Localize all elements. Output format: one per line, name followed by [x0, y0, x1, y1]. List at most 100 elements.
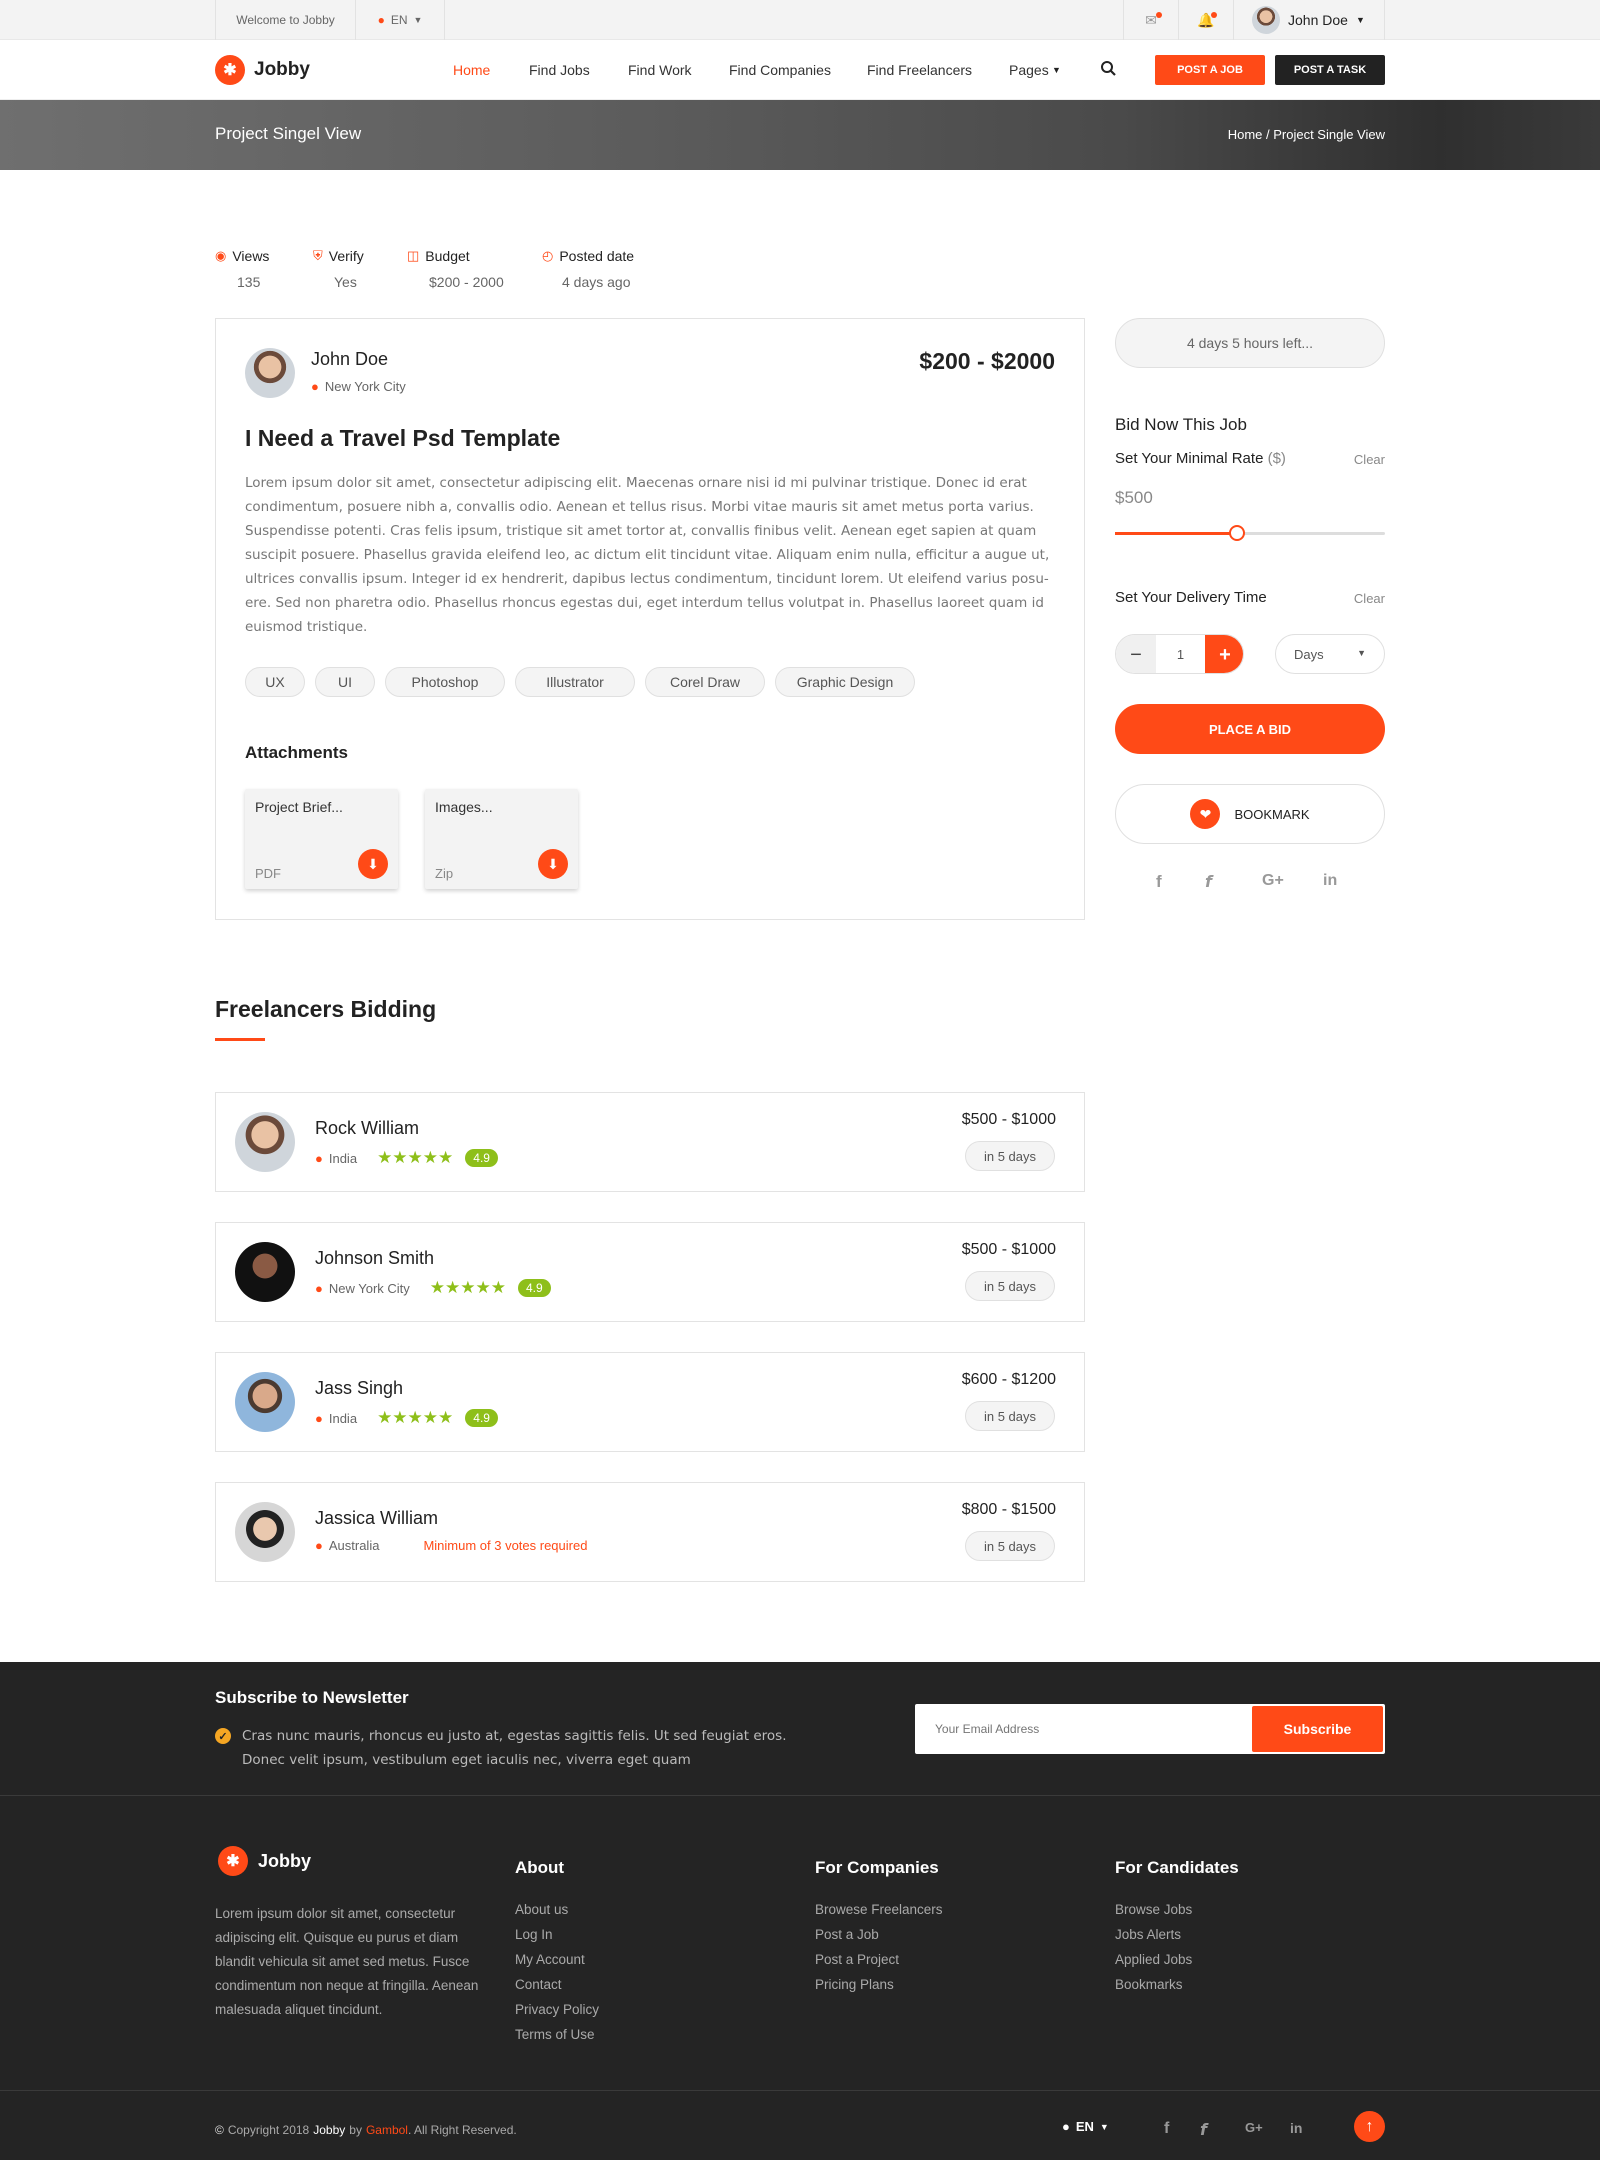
stat-label: Views: [232, 248, 270, 264]
tag[interactable]: Corel Draw: [645, 667, 765, 697]
stat-label: Budget: [425, 248, 470, 264]
rate-label-text: Set Your Minimal Rate: [1115, 450, 1264, 467]
delivery-unit-select[interactable]: Days ▼: [1275, 634, 1385, 674]
nav-pages[interactable]: Pages: [1009, 40, 1049, 100]
increment-button[interactable]: +: [1205, 635, 1243, 673]
footer-link[interactable]: Post a Project: [815, 1952, 943, 1967]
facebook-icon[interactable]: f: [1164, 2120, 1169, 2138]
footer-link[interactable]: Applied Jobs: [1115, 1952, 1239, 1967]
footer-col-candidates: For Candidates Browse Jobs Jobs Alerts A…: [1115, 1858, 1239, 2002]
scroll-top-button[interactable]: ↑: [1354, 2111, 1385, 2142]
language-label: EN: [390, 13, 408, 27]
footer-link[interactable]: Contact: [515, 1977, 599, 1992]
nav-find-jobs[interactable]: Find Jobs: [529, 40, 590, 100]
stat-value: 135: [237, 274, 261, 290]
rating-score: 4.9: [465, 1149, 498, 1167]
copyright-author-link[interactable]: Gambol: [366, 2123, 408, 2137]
caret-down-icon: ▼: [413, 15, 423, 25]
user-avatar: [1252, 6, 1280, 34]
nav-find-freelancers[interactable]: Find Freelancers: [867, 40, 972, 100]
bidder-card[interactable]: Jassica William ● Australia Minimum of 3 …: [215, 1482, 1085, 1582]
newsletter-form: Subscribe: [915, 1704, 1385, 1754]
twitter-icon[interactable]: 𝙛: [1205, 872, 1212, 892]
logo-icon: ✱: [215, 55, 245, 85]
download-icon[interactable]: ⬇: [358, 849, 388, 879]
owner-name: John Doe: [311, 349, 389, 369]
download-icon[interactable]: ⬇: [538, 849, 568, 879]
project-title: I Need a Travel Psd Template: [245, 425, 561, 451]
google-plus-icon[interactable]: G+: [1262, 872, 1284, 890]
rate-slider-track[interactable]: [1115, 525, 1385, 541]
clear-rate-button[interactable]: Clear: [1330, 452, 1385, 467]
title-underline: [215, 1038, 265, 1041]
facebook-icon[interactable]: f: [1156, 872, 1162, 892]
footer-link[interactable]: Bookmarks: [1115, 1977, 1239, 1992]
attachments-title: Attachments: [245, 743, 348, 762]
nav-find-companies[interactable]: Find Companies: [729, 40, 831, 100]
notification-dot: [1156, 12, 1162, 18]
linkedin-icon[interactable]: in: [1290, 2120, 1302, 2136]
tag[interactable]: Graphic Design: [775, 667, 915, 697]
project-card: John Doe ● New York City $200 - $2000 I …: [215, 318, 1085, 920]
footer-about-text: Lorem ipsum dolor sit amet, consectetur …: [215, 1906, 479, 2017]
footer-link[interactable]: Post a Job: [815, 1927, 943, 1942]
user-menu[interactable]: John Doe ▼: [1233, 0, 1385, 40]
footer-logo[interactable]: ✱ Jobby: [218, 1846, 311, 1876]
rate-slider-handle[interactable]: [1228, 525, 1245, 541]
bidder-card[interactable]: Johnson Smith ● New York City ★★★★★ 4.9 $5…: [215, 1222, 1085, 1322]
place-bid-button[interactable]: PLACE A BID: [1115, 704, 1385, 754]
footer-link[interactable]: About us: [515, 1902, 599, 1917]
tag[interactable]: UI: [315, 667, 375, 697]
top-bar: Welcome to Jobby ● EN ▼ ✉ 🔔 John Doe ▼: [0, 0, 1600, 40]
bidder-avatar: [235, 1502, 295, 1562]
location-text: India: [328, 1150, 358, 1166]
caret-down-icon: ▼: [1355, 15, 1365, 25]
language-selector[interactable]: ● EN ▼: [355, 0, 445, 40]
footer-link[interactable]: Browse Jobs: [1115, 1902, 1239, 1917]
copyright-brand[interactable]: Jobby: [313, 2123, 345, 2137]
caret-down-icon: ▼: [1357, 648, 1366, 658]
stat-views: ◉ Views 135: [215, 248, 275, 290]
page-title: Project Singel View: [215, 124, 362, 143]
attachment-card[interactable]: Images... Zip ⬇: [425, 789, 578, 889]
subscribe-button[interactable]: Subscribe: [1252, 1706, 1383, 1752]
decrement-button[interactable]: −: [1116, 635, 1156, 673]
nav-find-work[interactable]: Find Work: [628, 40, 692, 100]
post-job-button[interactable]: POST A JOB: [1155, 55, 1265, 85]
bookmark-button[interactable]: ❤ BOOKMARK: [1115, 784, 1385, 844]
linkedin-icon[interactable]: in: [1323, 872, 1337, 890]
project-description: Lorem ipsum dolor sit amet, consectetur …: [245, 475, 1050, 635]
tag[interactable]: Photoshop: [385, 667, 505, 697]
bid-delivery: in 5 days: [965, 1401, 1055, 1431]
bidder-card[interactable]: Rock William ● India ★★★★★ 4.9 $500 - $100…: [215, 1092, 1085, 1192]
bidder-card[interactable]: Jass Singh ● India ★★★★★ 4.9 $600 - $1200 …: [215, 1352, 1085, 1452]
notifications-button[interactable]: 🔔: [1178, 0, 1233, 40]
footer-language-selector[interactable]: ● EN ▼: [1062, 2119, 1109, 2134]
footer-link[interactable]: Pricing Plans: [815, 1977, 943, 1992]
attachment-name: Images...: [435, 799, 493, 815]
footer-link[interactable]: Jobs Alerts: [1115, 1927, 1239, 1942]
page-banner: Project Singel View Home / Project Singl…: [0, 100, 1600, 170]
attachment-card[interactable]: Project Brief... PDF ⬇: [245, 789, 398, 889]
post-task-button[interactable]: POST A TASK: [1275, 55, 1385, 85]
footer-link[interactable]: My Account: [515, 1952, 599, 1967]
footer-link[interactable]: Browese Freelancers: [815, 1902, 943, 1917]
google-plus-icon[interactable]: G+: [1245, 2120, 1263, 2135]
search-icon[interactable]: [1100, 60, 1118, 78]
logo[interactable]: ✱ Jobby: [215, 55, 310, 85]
nav-home[interactable]: Home: [453, 40, 490, 100]
footer-link[interactable]: Terms of Use: [515, 2027, 599, 2042]
tag[interactable]: UX: [245, 667, 305, 697]
quantity-input[interactable]: 1: [1156, 635, 1205, 673]
footer-link[interactable]: Privacy Policy: [515, 2002, 599, 2017]
messages-button[interactable]: ✉: [1123, 0, 1178, 40]
bid-price: $600 - $1200: [961, 1371, 1056, 1388]
bid-title: Bid Now This Job: [1115, 415, 1247, 434]
clear-delivery-button[interactable]: Clear: [1330, 591, 1385, 606]
tag[interactable]: Illustrator: [515, 667, 635, 697]
project-budget: $200 - $2000: [919, 348, 1055, 374]
footer-link[interactable]: Log In: [515, 1927, 599, 1942]
bidder-location: ● New York City ★★★★★ 4.9: [315, 1278, 551, 1298]
twitter-icon[interactable]: 𝙛: [1200, 2120, 1207, 2140]
email-input[interactable]: [917, 1706, 1252, 1752]
